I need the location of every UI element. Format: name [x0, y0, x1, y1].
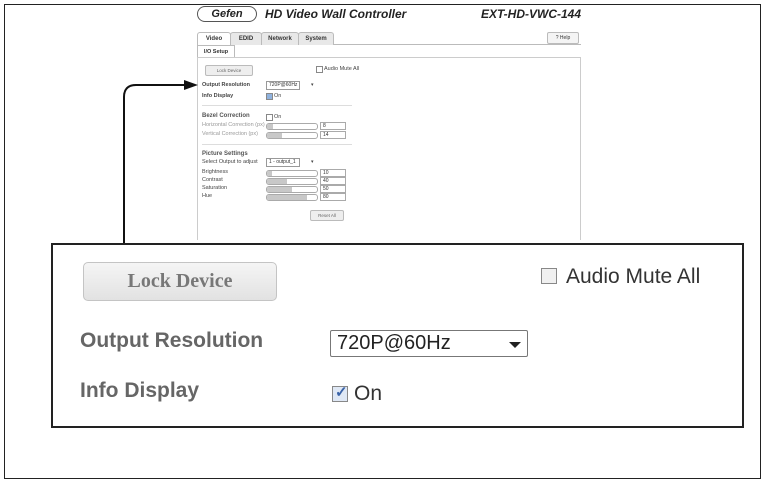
info-display-checkbox[interactable]: ✓: [332, 384, 348, 402]
output-resolution-value: 720P@60Hz: [337, 332, 451, 354]
lock-device-button[interactable]: Lock Device: [83, 262, 277, 301]
chevron-down-icon: [509, 342, 521, 348]
checkmark-icon: ✓: [335, 384, 348, 401]
info-display-label: Info Display: [80, 379, 200, 402]
output-resolution-select[interactable]: 720P@60Hz: [330, 330, 528, 357]
audio-mute-checkbox[interactable]: [541, 268, 557, 284]
output-resolution-label: Output Resolution: [80, 329, 264, 352]
zoom-callout: Lock Device Audio Mute All Output Resolu…: [51, 243, 744, 428]
info-display-on-label: On: [354, 382, 383, 405]
audio-mute-label: Audio Mute All: [566, 265, 701, 288]
